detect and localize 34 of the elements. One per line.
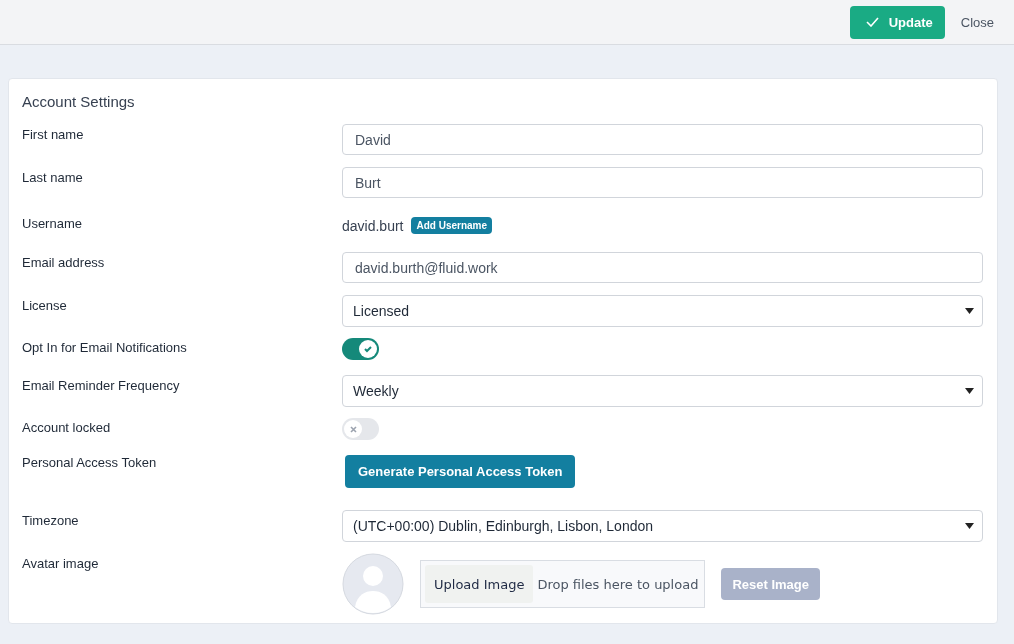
close-button[interactable]: Close: [950, 5, 1004, 39]
field-label: Timezone: [22, 512, 80, 528]
field-label: Email address: [22, 254, 106, 270]
field-label: Email Reminder Frequency: [22, 377, 181, 393]
toggle-switch[interactable]: [342, 338, 379, 360]
field-label: Account locked: [22, 419, 112, 435]
field-label: First name: [22, 126, 85, 142]
field-label: License: [22, 297, 68, 313]
field-label: Last name: [22, 169, 84, 185]
drop-hint: Drop files here to upload: [537, 576, 699, 592]
generate-token-button[interactable]: Generate Personal Access Token: [345, 455, 576, 488]
toggle-switch[interactable]: [342, 418, 379, 440]
field-label: Avatar image: [22, 555, 100, 571]
card-title: Account Settings: [22, 93, 136, 110]
select-dropdown[interactable]: (UTC+00:00) Dublin, Edinburgh, Lisbon, London: [342, 510, 983, 542]
check-icon: [865, 17, 879, 27]
username-text: david.burt: [342, 217, 404, 234]
select-dropdown[interactable]: Licensed: [342, 295, 983, 327]
caret-icon: [965, 388, 974, 394]
add-username-button[interactable]: Add Username: [411, 217, 493, 234]
caret-icon: [965, 523, 974, 529]
input-field[interactable]: David: [342, 124, 983, 155]
upload-image-button[interactable]: Upload Image: [425, 565, 534, 603]
field-label: Personal Access Token: [22, 455, 158, 470]
check-icon: [363, 344, 373, 354]
caret-icon: [965, 308, 974, 314]
select-dropdown[interactable]: Weekly: [342, 375, 983, 407]
input-field[interactable]: david.burth@fluid.work: [342, 252, 983, 283]
field-label: Opt In for Email Notifications: [22, 339, 188, 355]
file-drop-zone[interactable]: Upload Image Drop files here to upload: [420, 560, 706, 608]
avatar-placeholder: [342, 553, 404, 615]
input-field[interactable]: Burt: [342, 167, 983, 198]
x-icon: [349, 425, 357, 433]
field-label: Username: [22, 215, 83, 231]
